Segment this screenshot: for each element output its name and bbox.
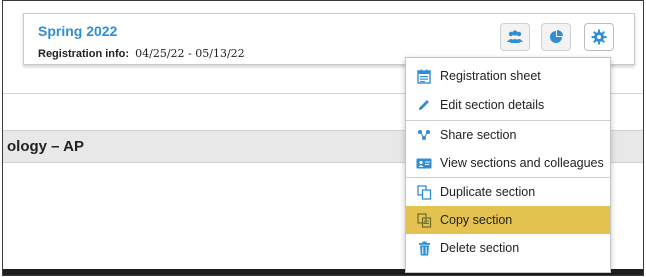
gear-icon [591, 29, 607, 45]
menu-item-label: Copy section [440, 213, 513, 227]
pie-chart-icon [550, 30, 563, 43]
registration-sheet-icon [416, 68, 432, 84]
menu-item-label: Delete section [440, 241, 520, 255]
id-card-icon [416, 155, 432, 171]
course-title[interactable]: ology – AP [7, 138, 84, 155]
menu-item-share-section[interactable]: Share section [406, 121, 610, 149]
copy-icon [416, 212, 432, 228]
people-button[interactable] [500, 23, 530, 51]
menu-item-label: View sections and colleagues [440, 156, 604, 170]
menu-item-label: Edit section details [440, 98, 545, 112]
menu-item-copy-section[interactable]: Copy section [406, 206, 610, 234]
menu-item-duplicate-section[interactable]: Duplicate section [406, 178, 610, 206]
registration-label: Registration info: [38, 48, 130, 60]
menu-item-view-sections-colleagues[interactable]: View sections and colleagues [406, 149, 610, 177]
pencil-icon [416, 97, 432, 113]
chart-button[interactable] [541, 23, 571, 51]
menu-item-label: Share section [440, 128, 517, 142]
menu-item-label: Registration sheet [440, 69, 541, 83]
share-icon [416, 127, 432, 143]
menu-item-edit-section-details[interactable]: Edit section details [406, 91, 610, 119]
term-title[interactable]: Spring 2022 [38, 23, 117, 39]
menu-item-registration-sheet[interactable]: Registration sheet [406, 62, 610, 90]
trash-icon [416, 240, 432, 256]
menu-item-delete-section[interactable]: Delete section [406, 234, 610, 262]
registration-dates: 04/25/22 - 05/13/22 [135, 47, 245, 60]
people-icon [507, 30, 523, 43]
section-options-menu: Registration sheet Edit section details [405, 57, 611, 273]
registration-info: Registration info: 04/25/22 - 05/13/22 [38, 47, 245, 60]
settings-button[interactable] [584, 23, 614, 51]
app-frame: Spring 2022 Registration info: 04/25/22 … [2, 0, 644, 276]
duplicate-icon [416, 184, 432, 200]
menu-item-label: Duplicate section [440, 185, 536, 199]
